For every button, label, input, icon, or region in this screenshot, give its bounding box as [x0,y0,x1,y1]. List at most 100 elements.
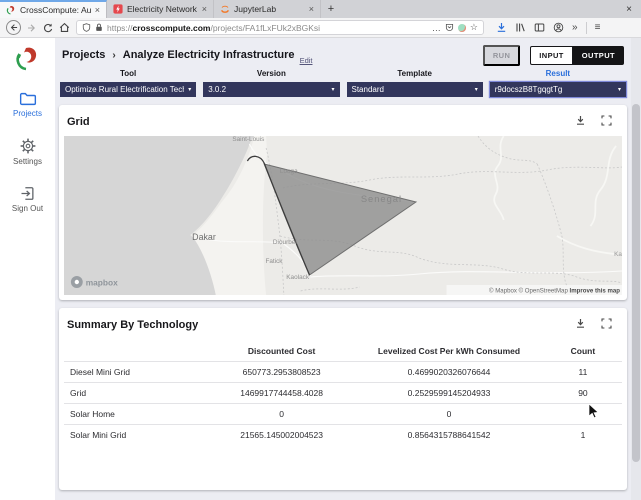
electricity-favicon [113,4,123,14]
account-icon[interactable] [553,22,564,33]
summary-table: Discounted Cost Levelized Cost Per kWh C… [64,341,622,445]
pocket-icon[interactable] [445,23,454,32]
column-header: Levelized Cost Per kWh Consumed [377,346,521,356]
run-button[interactable]: RUN [482,44,521,66]
breadcrumb-projects[interactable]: Projects [62,49,105,61]
lock-icon[interactable] [95,23,103,32]
svg-text:© Mapbox © OpenStreetMap Impro: © Mapbox © OpenStreetMap Improve this ma… [489,287,620,294]
tab-title: JupyterLab [234,4,277,14]
map-label-kaolack: Kaolack [286,274,310,281]
version-control: Version 3.0.2 ▾ [203,69,340,97]
tab-close-icon[interactable]: × [309,4,314,14]
tab-close-icon[interactable]: × [202,4,207,14]
table-cell: 0 [209,403,355,425]
tracking-shield-icon[interactable] [82,23,91,32]
mapbox-logo[interactable]: mapbox [70,276,118,288]
new-tab-button[interactable]: + [321,0,341,18]
fullscreen-button[interactable] [601,113,612,131]
reload-button[interactable] [43,23,53,33]
breadcrumb-separator-icon: › [112,49,116,61]
download-button[interactable] [575,316,586,334]
tab-title: CrossCompute: Automat [20,5,91,15]
table-cell: 0.2529599145204933 [354,382,544,404]
template-select-value: Standard [351,85,384,94]
tool-control: Tool Optimize Rural Electrification Tech… [60,69,197,97]
download-button[interactable] [575,113,586,131]
result-select[interactable]: r9docszB8TgqgtTg ▾ [489,82,626,97]
map-label-diourbel: Diourbel [273,239,297,246]
sidebar-item-sign-out[interactable]: Sign Out [12,186,43,213]
map-label-louga: Louga [280,168,298,175]
output-button[interactable]: OUTPUT [572,45,624,65]
table-cell [543,403,622,425]
url-text[interactable]: https://crosscompute.com/projects/FA1fLx… [107,23,428,33]
input-button[interactable]: INPUT [530,45,573,65]
sidebar-item-projects[interactable]: Projects [13,92,42,118]
app-sidebar: Projects Settings Sign Out [0,38,55,500]
sign-out-icon [21,187,34,200]
back-button[interactable] [6,20,21,35]
bookmark-star-icon[interactable]: ☆ [470,22,478,33]
vertical-scrollbar[interactable] [631,38,641,500]
table-cell: 1 [543,424,622,445]
forward-button[interactable] [27,23,37,33]
row-label: Diesel Mini Grid [64,361,210,383]
url-bar[interactable]: https://crosscompute.com/projects/FA1fLx… [76,20,484,35]
map[interactable]: Saint-Louis Louga Dakar Diourbel Fatick … [64,136,622,295]
library-icon[interactable] [515,22,526,33]
mouse-cursor [588,404,599,419]
edit-link[interactable]: Edit [300,56,313,68]
toolbar-separator [585,21,587,34]
svg-text:mapbox: mapbox [86,277,118,287]
sidebar-toggle-icon[interactable] [534,22,545,33]
map-label-saint-louis: Saint-Louis [232,136,264,143]
table-cell: 0.8564315788641542 [354,424,544,445]
browser-tab-crosscompute[interactable]: CrossCompute: Automat × [0,0,107,18]
result-label: Result [545,69,571,78]
table-header-row: Discounted Cost Levelized Cost Per kWh C… [64,341,622,362]
map-label-kayes: Kayes [614,251,622,258]
tool-label: Tool [119,69,137,78]
tool-select[interactable]: Optimize Rural Electrification Tech ▾ [60,82,197,97]
gear-icon [20,138,35,154]
fullscreen-button[interactable] [601,316,612,334]
window-close-button[interactable]: × [617,0,641,18]
improve-map-link[interactable]: Improve this map [570,287,621,294]
extension-icon[interactable] [457,23,466,32]
page-content: Projects Settings Sign Out Projects › An… [0,38,641,500]
header-buttons: RUN INPUT OUTPUT [482,44,624,66]
summary-card: Summary By Technology Discounted Cost Le… [59,308,627,490]
summary-card-header: Summary By Technology [64,313,622,339]
table-row: Solar Mini Grid 21565.145002004523 0.85643… [64,424,622,445]
folder-icon [19,92,36,106]
version-label: Version [256,69,286,78]
crosscompute-favicon [6,5,15,15]
page-actions-icon[interactable]: … [432,23,441,33]
scrollbar-thumb[interactable] [632,104,640,462]
url-path: /projects/FA1fLxFUk2xBGKsi [210,22,321,33]
template-control: Template Standard ▾ [346,69,483,97]
map-label-fatick: Fatick [265,258,283,265]
attribution-text: © Mapbox © OpenStreetMap [489,287,569,294]
overflow-menu-icon[interactable]: » [572,22,578,33]
hamburger-menu-icon[interactable]: ≡ [595,22,601,33]
column-header: Discounted Cost [247,346,316,356]
template-select[interactable]: Standard ▾ [346,82,483,97]
table-cell: 1469917744458.4028 [209,382,355,404]
table-row: Solar Home 0 0 [64,403,622,425]
sidebar-item-label: Sign Out [11,204,44,213]
tab-close-icon[interactable]: × [95,5,100,15]
controls-row: Tool Optimize Rural Electrification Tech… [59,69,627,97]
table-cell: 650773.2953808523 [209,361,355,383]
sidebar-item-settings[interactable]: Settings [13,138,42,166]
version-select[interactable]: 3.0.2 ▾ [203,82,340,97]
jupyter-favicon [221,5,229,13]
grid-card-header: Grid [64,110,622,136]
row-label: Solar Home [64,403,210,425]
browser-tab-jupyterlab[interactable]: JupyterLab × [214,0,321,18]
browser-tab-electricity[interactable]: Electricity Network × [107,0,214,18]
summary-title: Summary By Technology [67,319,199,331]
url-scheme: https:// [107,22,133,33]
home-button[interactable] [59,22,70,33]
downloads-icon[interactable] [496,22,507,33]
